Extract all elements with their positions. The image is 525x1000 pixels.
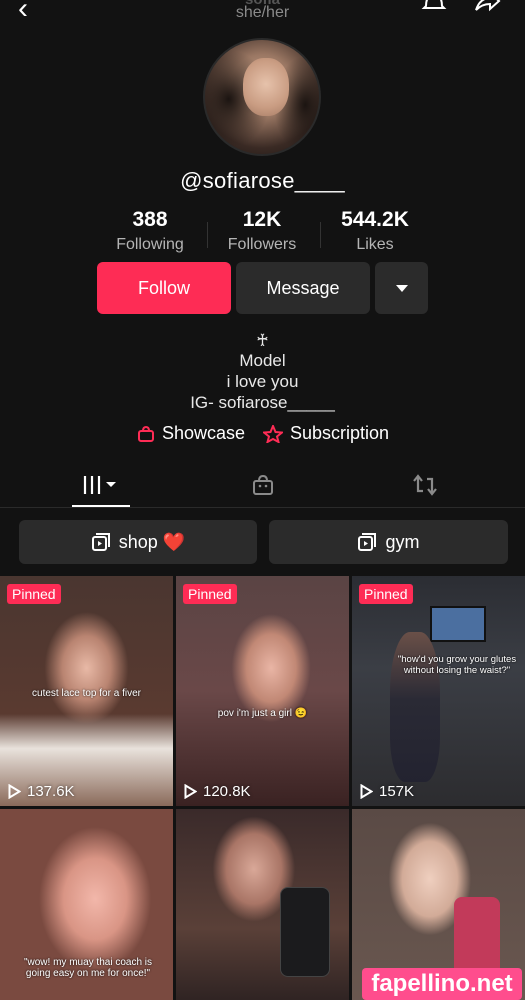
message-button[interactable]: Message: [236, 262, 370, 314]
playlist-shop[interactable]: shop ❤️: [19, 520, 257, 564]
tab-videos[interactable]: [72, 462, 130, 508]
videos-grid-icon: [83, 476, 116, 494]
bio-symbol: ♰: [256, 331, 269, 350]
bio-line: IG- sofiarose_____: [190, 393, 335, 412]
playlist-label: shop ❤️: [118, 531, 186, 552]
video-caption: "wow! my muay thai coach is going easy o…: [23, 957, 153, 979]
video-thumbnail[interactable]: Pinned cutest lace top for a fiver 137.6…: [0, 576, 173, 806]
stat-likes-value: 544.2K: [341, 208, 409, 231]
view-count: 157K: [360, 783, 414, 800]
subscription-link[interactable]: Subscription: [263, 423, 389, 444]
bio-line: Model: [239, 351, 286, 370]
stat-following-label: Following: [116, 236, 184, 253]
stat-followers[interactable]: 12K Followers: [202, 208, 322, 254]
playlist-icon: [91, 533, 110, 551]
stat-followers-label: Followers: [227, 236, 297, 253]
stat-likes-label: Likes: [356, 236, 394, 253]
playlist-icon: [358, 533, 377, 551]
stat-following-value: 388: [132, 208, 168, 231]
shopping-bag-icon: [138, 425, 154, 442]
supplement-bottle: [454, 897, 500, 977]
avatar[interactable]: [203, 38, 321, 156]
stat-likes[interactable]: 544.2K Likes: [315, 208, 435, 254]
video-thumbnail[interactable]: Pinned pov i'm just a girl 😉 120.8K: [176, 576, 349, 806]
tab-shop[interactable]: [234, 462, 292, 508]
follow-button[interactable]: Follow: [97, 262, 231, 314]
showcase-link[interactable]: Showcase: [137, 423, 245, 444]
supplement-bottle: [280, 887, 330, 977]
view-count: 137.6K: [8, 783, 75, 800]
share-icon[interactable]: [472, 0, 502, 14]
playlist-gym[interactable]: gym: [269, 520, 508, 564]
profile-links: Showcase Subscription: [0, 423, 525, 447]
subscription-star-icon: [263, 424, 283, 443]
video-thumbnail[interactable]: [176, 809, 349, 1000]
video-grid: Pinned cutest lace top for a fiver 137.6…: [0, 576, 525, 1000]
video-thumbnail[interactable]: Pinned "how'd you grow your glutes witho…: [352, 576, 525, 806]
repost-icon: [413, 474, 437, 496]
playlist-label: gym: [385, 531, 420, 552]
shopping-bag-icon: [253, 474, 273, 495]
video-caption: "how'd you grow your glutes without losi…: [397, 654, 517, 676]
bio-line: i love you: [226, 372, 299, 391]
tab-reposts[interactable]: [396, 462, 454, 508]
showcase-label: Showcase: [162, 423, 246, 443]
stat-following[interactable]: 388 Following: [90, 208, 210, 254]
view-count-value: 137.6K: [27, 783, 75, 800]
avatar-face: [243, 58, 289, 116]
pinned-badge: Pinned: [7, 584, 61, 604]
stat-followers-value: 12K: [242, 208, 282, 231]
view-count-value: 120.8K: [203, 783, 251, 800]
chevron-down-icon: [395, 284, 408, 292]
video-thumbnail[interactable]: "wow! my muay thai coach is going easy o…: [0, 809, 173, 1000]
video-caption: cutest lace top for a fiver: [32, 688, 141, 699]
play-icon: [360, 784, 373, 799]
view-count-value: 157K: [379, 783, 415, 800]
play-icon: [8, 784, 21, 799]
bell-icon[interactable]: [420, 0, 448, 14]
view-count: 120.8K: [184, 783, 251, 800]
username: @sofiarose____: [180, 168, 345, 193]
top-bar: ‹ sofia she/her: [0, 0, 525, 28]
pinned-badge: Pinned: [359, 584, 413, 604]
watermark: fapellino.net: [362, 968, 522, 1000]
active-tab-indicator: [72, 505, 130, 507]
pinned-badge: Pinned: [183, 584, 237, 604]
subscription-label: Subscription: [290, 423, 390, 443]
play-icon: [184, 784, 197, 799]
video-caption: pov i'm just a girl 😉: [217, 708, 308, 719]
gym-screen: [430, 606, 486, 642]
more-options-button[interactable]: [375, 262, 428, 314]
profile-tabs: [0, 462, 525, 508]
